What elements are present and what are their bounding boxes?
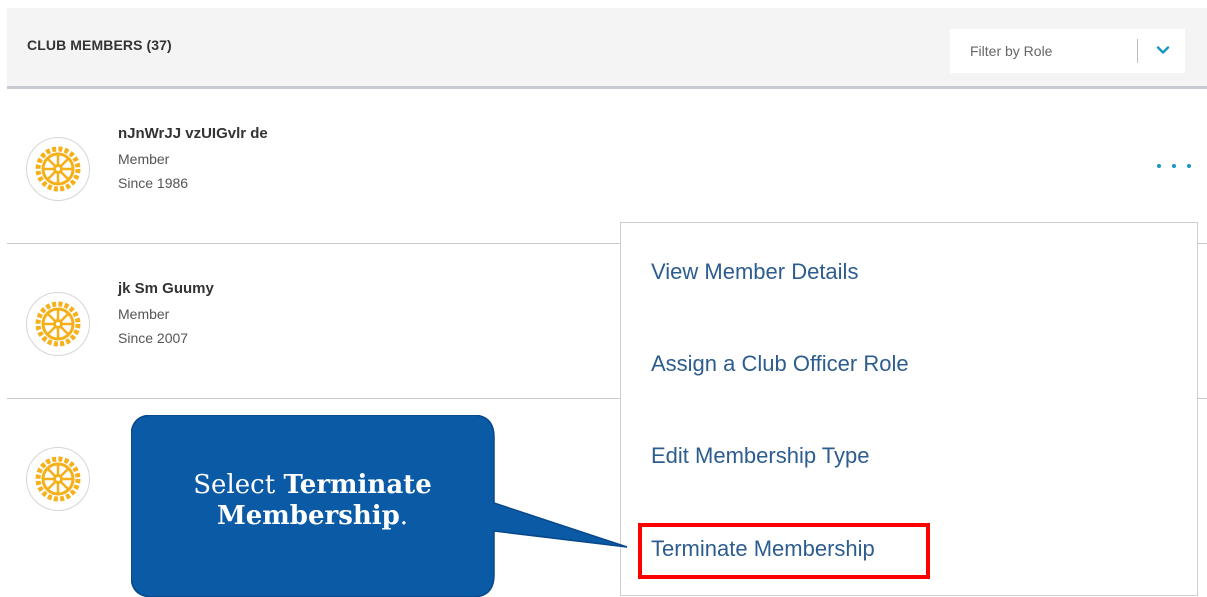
role-filter-dropdown[interactable]: Filter by Role — [950, 29, 1185, 73]
page-title: CLUB MEMBERS (37) — [27, 37, 172, 53]
rotary-wheel-icon — [35, 146, 81, 192]
menu-item-view-member-details[interactable]: View Member Details — [651, 259, 858, 285]
filter-divider — [1137, 39, 1138, 63]
avatar — [26, 292, 90, 356]
menu-item-edit-membership-type[interactable]: Edit Membership Type — [651, 443, 869, 469]
menu-item-assign-officer-role[interactable]: Assign a Club Officer Role — [651, 351, 909, 377]
rotary-wheel-icon — [35, 301, 81, 347]
more-options-button[interactable] — [1157, 159, 1191, 173]
avatar — [26, 447, 90, 511]
member-action-menu: View Member Details Assign a Club Office… — [620, 222, 1198, 596]
member-since: Since 1986 — [118, 175, 189, 191]
chevron-down-icon[interactable] — [1155, 42, 1171, 58]
member-since: Since 2007 — [118, 330, 189, 346]
member-name: jk Sm Guumy — [118, 280, 214, 297]
role-filter-placeholder: Filter by Role — [970, 43, 1053, 59]
callout-text: Select Terminate Membership. — [131, 470, 494, 532]
menu-item-terminate-membership[interactable]: Terminate Membership — [651, 536, 875, 562]
callout-suffix: . — [399, 501, 409, 531]
more-horizontal-icon — [1187, 164, 1191, 168]
member-row[interactable]: nJnWrJJ vzUIGvlr de Member Since 1986 — [7, 89, 1207, 244]
rotary-wheel-icon — [35, 456, 81, 502]
more-horizontal-icon — [1172, 164, 1176, 168]
callout-prefix: Select — [193, 470, 284, 500]
member-name: nJnWrJJ vzUIGvlr de — [118, 125, 268, 142]
more-horizontal-icon — [1157, 164, 1161, 168]
members-header: CLUB MEMBERS (37) Filter by Role — [7, 8, 1207, 89]
avatar — [26, 137, 90, 201]
member-role: Member — [118, 151, 170, 167]
member-role: Member — [118, 306, 170, 322]
